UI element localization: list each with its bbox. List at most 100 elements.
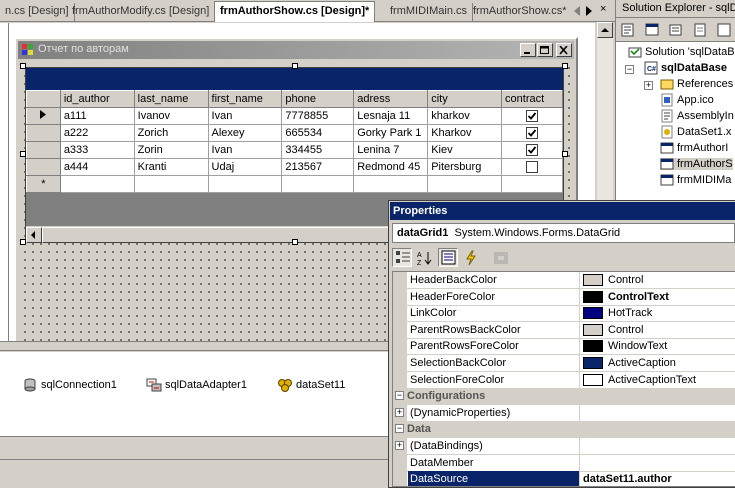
column-header[interactable]: id_author [59, 90, 135, 108]
tree-collapse-icon[interactable]: − [625, 65, 634, 74]
maximize-button[interactable] [537, 43, 553, 57]
tree-expand-icon[interactable]: + [644, 81, 653, 90]
table-cell[interactable] [501, 175, 563, 193]
tab-frm-midi-main[interactable]: frmMIDIMain.cs [385, 3, 473, 21]
resize-handle[interactable] [20, 151, 26, 157]
table-cell[interactable]: Zorin [133, 141, 209, 159]
property-value[interactable]: ControlText [581, 289, 735, 305]
property-category[interactable]: − Data [393, 421, 735, 439]
table-cell[interactable]: Lenina 7 [353, 141, 429, 159]
table-cell[interactable]: a111 [59, 107, 135, 125]
close-button[interactable] [556, 43, 572, 57]
events-button[interactable] [460, 248, 480, 267]
table-cell[interactable] [427, 175, 503, 193]
tree-node-frm-author-show[interactable]: frmAuthorS [660, 156, 733, 172]
solution-explorer-panel[interactable]: Solution Explorer - sqlDa − + Solution '… [615, 0, 735, 200]
tree-node-dataset-xsd[interactable]: DataSet1.x [660, 124, 731, 140]
resize-handle[interactable] [562, 63, 568, 69]
tree-node-project[interactable]: C# sqlDataBase [644, 60, 727, 76]
new-row[interactable]: * [26, 175, 563, 193]
property-row[interactable]: + (DataBindings) [393, 438, 735, 455]
table-cell[interactable]: Redmond 45 [353, 158, 429, 176]
close-document-icon[interactable]: × [600, 4, 606, 15]
contract-checkbox-cell[interactable] [501, 158, 563, 176]
checkbox-unchecked[interactable] [526, 161, 539, 174]
property-expand-icon[interactable]: + [395, 407, 404, 417]
property-row[interactable]: LinkColor HotTrack [393, 305, 735, 323]
property-row[interactable]: HeaderBackColor Control [393, 272, 735, 289]
property-value[interactable] [581, 438, 735, 454]
property-value[interactable]: Control [581, 322, 735, 338]
resize-handle[interactable] [562, 151, 568, 157]
table-cell[interactable] [207, 175, 283, 193]
properties-title[interactable]: Properties [390, 202, 735, 220]
new-row-marker[interactable]: * [26, 175, 61, 193]
property-value[interactable]: dataSet11.author [581, 471, 735, 486]
checkbox-checked[interactable] [526, 110, 539, 123]
category-collapse-icon[interactable]: − [395, 391, 404, 401]
table-row[interactable]: a222 Zorich Alexey 665534 Gorky Park 1 Kharko… [26, 124, 563, 142]
property-row[interactable]: SelectionBackColor ActiveCaption [393, 355, 735, 372]
table-cell[interactable]: Ivanov [133, 107, 209, 125]
table-cell[interactable] [133, 175, 209, 193]
row-header[interactable] [26, 141, 61, 159]
minimize-button[interactable] [520, 43, 536, 57]
column-header[interactable]: last_name [133, 90, 209, 108]
tree-node-assembly-info[interactable]: AssemblyIn [660, 108, 734, 124]
table-cell[interactable] [353, 175, 429, 193]
view-designer-icon[interactable] [644, 22, 660, 38]
table-cell[interactable]: kharkov [427, 107, 503, 125]
scroll-tabs-left-icon[interactable] [572, 5, 582, 17]
table-cell[interactable]: a222 [59, 124, 135, 142]
table-row[interactable]: a444 Kranti Udaj 213567 Redmond 45 Pitersburg [26, 158, 563, 176]
table-cell[interactable]: 334455 [281, 141, 355, 159]
contract-checkbox-cell[interactable] [501, 107, 563, 125]
table-cell[interactable]: Gorky Park 1 [353, 124, 429, 142]
property-row[interactable]: SelectionForeColor ActiveCaptionText [393, 371, 735, 389]
show-all-files-icon[interactable] [692, 22, 708, 38]
table-cell[interactable]: Ivan [207, 107, 283, 125]
scroll-up-button[interactable] [597, 22, 613, 38]
property-row[interactable]: ParentRowsBackColor Control [393, 321, 735, 339]
data-grid-table[interactable]: id_author last_name first_name phone adr… [26, 90, 563, 193]
property-value[interactable] [581, 455, 735, 471]
form-title-bar[interactable]: Отчет по авторам [18, 41, 574, 59]
table-cell[interactable] [281, 175, 355, 193]
data-grid-caption[interactable] [26, 68, 563, 90]
tab-frm-author-show-design[interactable]: frmAuthorShow.cs [Design]* [214, 1, 376, 22]
property-value[interactable]: Control [581, 272, 735, 288]
table-cell[interactable]: 665534 [281, 124, 355, 142]
tray-item-dataset[interactable]: dataSet11 [277, 376, 345, 394]
scroll-tabs-right-icon[interactable] [584, 5, 594, 17]
table-cell[interactable]: 7778855 [281, 107, 355, 125]
resize-handle[interactable] [292, 239, 298, 245]
table-cell[interactable]: a333 [59, 141, 135, 159]
property-expand-icon[interactable]: + [395, 441, 404, 450]
table-cell[interactable]: Lesnaja 11 [353, 107, 429, 125]
contract-checkbox-cell[interactable] [501, 124, 563, 142]
row-header[interactable] [26, 124, 61, 142]
property-row[interactable]: DataSource dataSet11.author [393, 471, 735, 486]
view-code-icon[interactable] [620, 22, 636, 38]
alphabetical-button[interactable]: AZ [414, 248, 434, 267]
table-cell[interactable]: Zorich [133, 124, 209, 142]
property-row[interactable]: HeaderForeColor ControlText [393, 288, 735, 306]
property-pages-button[interactable] [490, 248, 510, 267]
table-cell[interactable]: 213567 [281, 158, 355, 176]
column-header[interactable]: first_name [207, 90, 283, 108]
tab-main-design[interactable]: n.cs [Design] [0, 3, 75, 21]
table-row[interactable]: a333 Zorin Ivan 334455 Lenina 7 Kiev [26, 141, 563, 159]
table-cell[interactable]: Alexey [207, 124, 283, 142]
solution-explorer-title[interactable]: Solution Explorer - sqlDa [616, 0, 735, 18]
tray-item-sql-data-adapter[interactable]: sqlDataAdapter1 [146, 376, 247, 394]
tree-node-app-ico[interactable]: App.ico [660, 92, 714, 108]
grid-corner-header[interactable] [26, 90, 61, 108]
table-cell[interactable]: Kiev [427, 141, 503, 159]
property-value[interactable]: HotTrack [581, 305, 735, 321]
properties-icon[interactable] [716, 22, 732, 38]
property-category[interactable]: − Configurations [393, 388, 735, 406]
table-cell[interactable] [59, 175, 135, 193]
column-header[interactable]: phone [281, 90, 355, 108]
column-header[interactable]: contract [501, 90, 563, 108]
checkbox-checked[interactable] [526, 127, 539, 140]
